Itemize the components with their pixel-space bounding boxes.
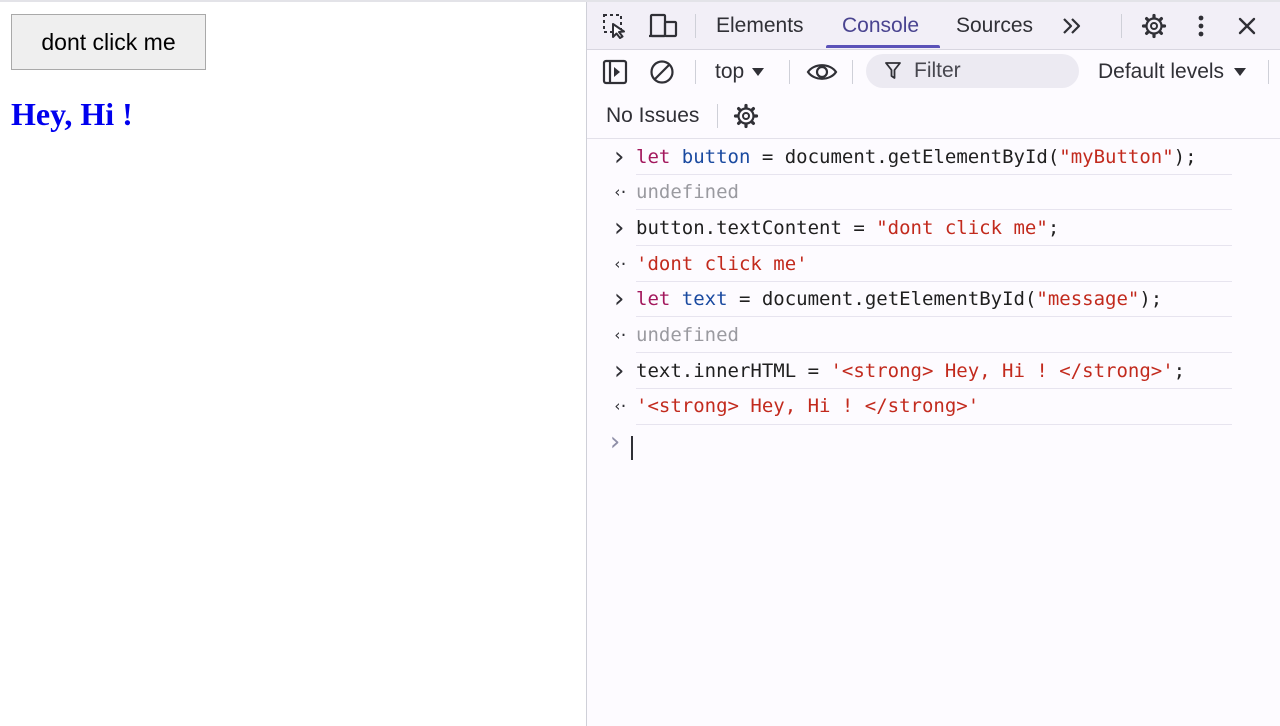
toolbar-divider [695, 60, 696, 84]
code-token: let [636, 145, 671, 168]
code-token: = document.getElementById( [750, 145, 1060, 168]
code-token: "myButton" [1059, 145, 1174, 168]
console-result-row: ‹· undefined [587, 317, 1280, 354]
tabbar-divider [695, 14, 696, 38]
code-token: ; [1047, 216, 1060, 239]
code-token: let [636, 288, 671, 311]
input-chevron-icon: › [611, 355, 627, 386]
tab-sources[interactable]: Sources [956, 2, 1033, 49]
code-token: text [681, 288, 728, 311]
device-toolbar-icon[interactable] [648, 12, 678, 40]
console-result-row: ‹· 'dont click me' [587, 246, 1280, 282]
chevron-down-icon [752, 68, 765, 76]
more-options-icon[interactable] [1191, 12, 1211, 40]
result-arrow-icon: ‹· [612, 325, 628, 344]
toolbar-divider-3 [852, 60, 853, 84]
dont-click-me-button[interactable]: dont click me [11, 14, 206, 70]
console-prompt[interactable]: › [587, 426, 1280, 469]
console-input-row: › let button = document.getElementById("m… [587, 139, 1280, 175]
context-select[interactable]: top [715, 54, 765, 90]
prompt-chevron-icon: › [607, 426, 623, 457]
filter-field[interactable] [866, 54, 1079, 88]
issues-divider [717, 104, 718, 128]
console-input-text: let text = document.getElementById("mess… [636, 282, 1162, 317]
tab-console[interactable]: Console [842, 2, 919, 49]
tabbar-divider-2 [1121, 14, 1122, 38]
code-token: text.innerHTML = [636, 359, 831, 382]
more-tabs-icon[interactable] [1058, 14, 1086, 38]
active-tab-indicator [826, 45, 940, 48]
issues-count[interactable]: No Issues [606, 94, 699, 138]
result-arrow-icon: ‹· [612, 397, 628, 416]
console-result-row: ‹· undefined [587, 175, 1280, 211]
console-result-text: '<strong> Hey, Hi ! </strong>' [636, 389, 979, 424]
console-input-text: let button = document.getElementById("my… [636, 139, 1197, 174]
input-chevron-icon: › [611, 284, 627, 315]
code-token: ); [1139, 288, 1163, 311]
code-token: button [681, 145, 751, 168]
console-input-row: › let text = document.getElementById("mes… [587, 282, 1280, 318]
code-token: = document.getElementById( [727, 288, 1037, 311]
code-token: button.textContent = [636, 216, 877, 239]
code-token: '<strong> Hey, Hi ! </strong>' [636, 395, 980, 418]
code-token: ; [1173, 359, 1186, 382]
row-divider [636, 423, 1232, 425]
code-token: "message" [1036, 288, 1140, 311]
inspect-element-icon[interactable] [601, 12, 629, 40]
console-settings-icon[interactable] [732, 103, 760, 129]
console-messages: › let button = document.getElementById("m… [587, 139, 1280, 469]
code-token: "dont click me" [876, 216, 1048, 239]
result-arrow-icon: ‹· [612, 254, 628, 273]
chevron-down-icon [1234, 68, 1247, 76]
console-toolbar: top Default levels [587, 50, 1280, 94]
issues-bar: No Issues [587, 94, 1280, 139]
clear-console-icon[interactable] [648, 59, 676, 85]
live-expression-eye-icon[interactable] [805, 59, 839, 85]
console-input-text: text.innerHTML = '<strong> Hey, Hi ! </s… [636, 353, 1185, 388]
page-viewport: dont click me Hey, Hi ! [0, 2, 586, 726]
code-token: 'dont click me' [636, 252, 808, 275]
console-input-row: › text.innerHTML = '<strong> Hey, Hi ! </… [587, 353, 1280, 389]
toggle-sidebar-icon[interactable] [601, 59, 629, 85]
log-levels-value: Default levels [1098, 60, 1225, 83]
result-arrow-icon: ‹· [612, 183, 628, 202]
text-caret [631, 435, 633, 460]
toolbar-divider-2 [789, 60, 790, 84]
console-result-text: undefined [636, 175, 739, 210]
input-chevron-icon: › [611, 212, 627, 243]
code-token: undefined [636, 181, 739, 204]
filter-icon [884, 61, 902, 81]
message-heading: Hey, Hi ! [11, 96, 133, 132]
close-icon[interactable] [1235, 14, 1259, 38]
log-levels-select[interactable]: Default levels [1098, 54, 1247, 90]
input-chevron-icon: › [611, 141, 627, 172]
console-input-row: › button.textContent = "dont click me"; [587, 210, 1280, 247]
console-result-row: ‹· '<strong> Hey, Hi ! </strong>' [587, 389, 1280, 425]
devtools-panel: Elements Console Sources top Filter Defa… [586, 2, 1280, 726]
devtools-tabbar: Elements Console Sources [587, 2, 1280, 50]
code-token: ); [1173, 145, 1197, 168]
tab-elements[interactable]: Elements [716, 2, 804, 49]
settings-icon[interactable] [1140, 12, 1168, 40]
console-result-text: undefined [636, 317, 739, 352]
console-result-text: 'dont click me' [636, 246, 808, 281]
toolbar-divider-4 [1268, 60, 1269, 84]
context-select-value: top [715, 60, 745, 83]
filter-input[interactable] [912, 58, 1066, 84]
code-token: '<strong> Hey, Hi ! </strong>' [830, 359, 1174, 382]
console-input-text: button.textContent = "dont click me"; [636, 210, 1059, 245]
code-token: undefined [636, 323, 739, 346]
